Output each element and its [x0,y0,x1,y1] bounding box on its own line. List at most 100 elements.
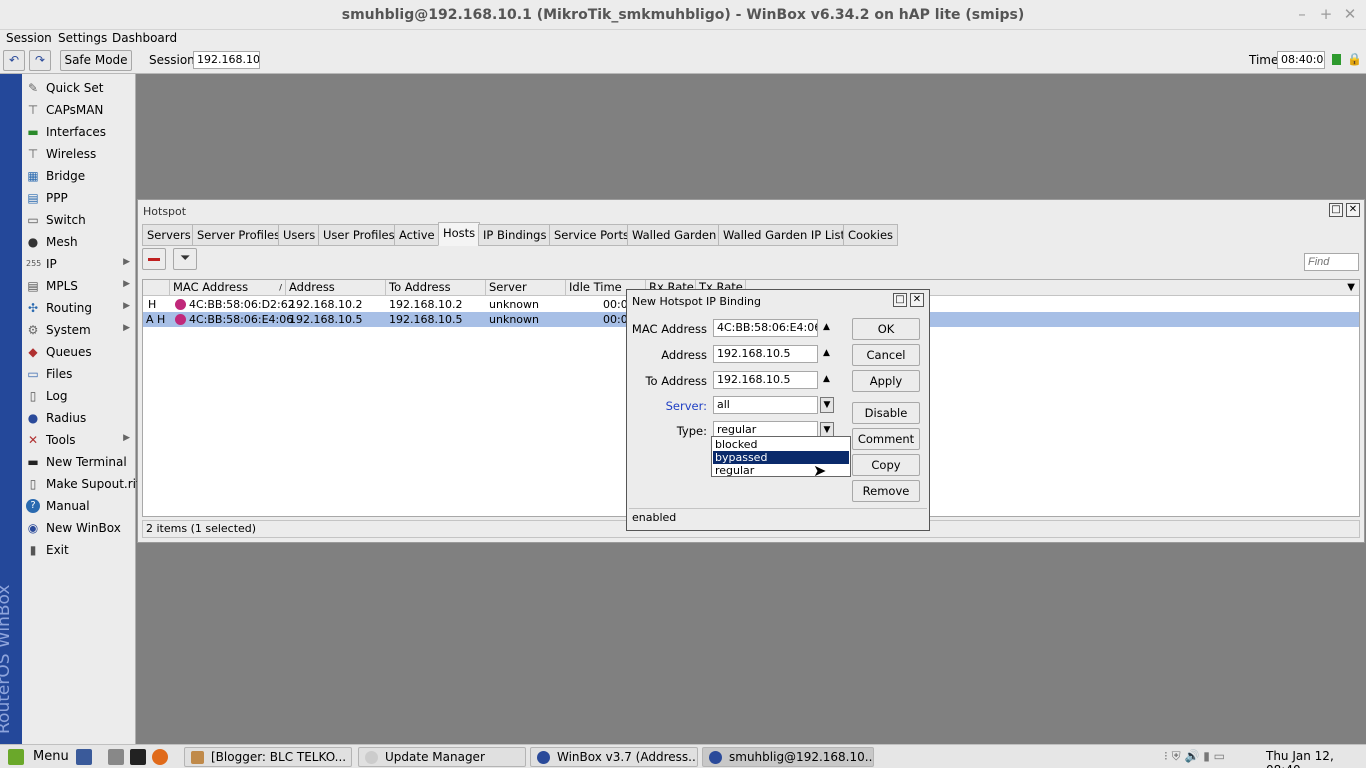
redo-button[interactable]: ↷ [29,50,51,71]
cancel-button[interactable]: Cancel [852,344,920,366]
tab-users[interactable]: Users [278,224,321,246]
sidebar-item-bridge[interactable]: ▦ Bridge [22,165,136,187]
tab-ip-bindings[interactable]: IP Bindings [478,224,552,246]
files-icon[interactable] [108,749,124,765]
window-title: smuhblig@192.168.10.1 (MikroTik_smkmuhbl… [341,7,1025,23]
server-select[interactable]: all [713,396,818,414]
dialog-status-bar: enabled [629,508,927,528]
hotspot-titlebar: Hotspot □ ✕ [138,200,1364,222]
find-input[interactable] [1304,253,1359,271]
maximize-icon[interactable]: + [1316,5,1336,23]
apply-button[interactable]: Apply [852,370,920,392]
winbox-icon [709,751,722,764]
menu-settings[interactable]: Settings [58,31,107,45]
terminal-icon[interactable] [130,749,146,765]
safe-mode-button[interactable]: Safe Mode [60,50,132,71]
collapse-arrow-icon[interactable]: ▲ [823,322,830,332]
interfaces-icon: ▬ [27,125,39,139]
window-icon [191,751,204,764]
queues-icon: ◆ [28,345,38,359]
column-header-server[interactable]: Server [486,280,566,296]
sidebar-item-system[interactable]: ⚙ System ▶ [22,319,136,341]
dropdown-arrow-icon[interactable]: ▼ [820,397,834,413]
sidebar-item-radius[interactable]: ● Radius [22,407,136,429]
sidebar-item-ip[interactable]: 255 IP ▶ [22,253,136,275]
tab-service-ports[interactable]: Service Ports [549,224,634,246]
close-icon[interactable]: ✕ [1340,5,1360,23]
server-label: Server: [665,399,707,413]
menu-session[interactable]: Session [6,31,52,45]
firefox-icon[interactable] [152,749,168,765]
sidebar-item-ppp[interactable]: ▤ PPP [22,187,136,209]
column-header-mac[interactable]: MAC Address / [170,280,286,296]
mac-address-field[interactable]: 4C:BB:58:06:E4:06 [713,319,818,337]
sidebar-item-wireless[interactable]: ⊤ Wireless [22,143,136,165]
minimize-icon[interactable]: – [1292,5,1312,23]
to-address-field[interactable]: 192.168.10.5 [713,371,818,389]
maximize-icon[interactable]: □ [1329,203,1343,217]
menu-dashboard[interactable]: Dashboard [112,31,177,45]
clock[interactable]: Thu Jan 12, 08:40 [1266,749,1366,768]
type-label: Type: [676,424,707,438]
sidebar-item-manual[interactable]: ? Manual [22,495,136,517]
sidebar-item-interfaces[interactable]: ▬ Interfaces [22,121,136,143]
menu-button[interactable]: Menu [33,749,69,764]
gear-icon: ⚙ [27,323,39,337]
winbox-icon [537,751,550,764]
submenu-arrow-icon: ▶ [123,323,130,333]
tab-walled-garden[interactable]: Walled Garden [627,224,722,246]
sidebar-item-mpls[interactable]: ▤ MPLS ▶ [22,275,136,297]
sidebar-item-queues[interactable]: ◆ Queues [22,341,136,363]
sidebar-item-new-terminal[interactable]: ▬ New Terminal [22,451,136,473]
close-icon[interactable]: ✕ [910,293,924,307]
option-bypassed[interactable]: bypassed [713,451,849,464]
remove-button[interactable] [142,248,166,270]
columns-menu-icon[interactable]: ▼ [1347,280,1355,295]
brand-strip: RouterOS WinBox [0,74,22,744]
sidebar-item-log[interactable]: ▯ Log [22,385,136,407]
column-header-flags[interactable] [143,280,170,296]
remove-button[interactable]: Remove [852,480,920,502]
maximize-icon[interactable]: □ [893,293,907,307]
option-regular[interactable]: regular [713,464,849,477]
sidebar-item-capsman[interactable]: ⊤ CAPsMAN [22,99,136,121]
ok-button[interactable]: OK [852,318,920,340]
sidebar-item-switch[interactable]: ▭ Switch [22,209,136,231]
filter-button[interactable]: ⏷ [173,248,197,270]
close-icon[interactable]: ✕ [1346,203,1360,217]
sidebar-item-tools[interactable]: ✕ Tools ▶ [22,429,136,451]
disable-button[interactable]: Disable [852,402,920,424]
menubar: Session Settings Dashboard [0,30,1366,47]
collapse-arrow-icon[interactable]: ▲ [823,374,830,384]
sidebar-item-quick-set[interactable]: ✎ Quick Set [22,77,136,99]
sidebar-item-exit[interactable]: ▮ Exit [22,539,136,561]
sidebar-item-make-supout[interactable]: ▯ Make Supout.rif [22,473,141,495]
undo-button[interactable]: ↶ [3,50,25,71]
column-header-address[interactable]: Address [286,280,386,296]
task-winbox-v37[interactable]: WinBox v3.7 (Address... [530,747,698,767]
copy-button[interactable]: Copy [852,454,920,476]
task-winbox-session[interactable]: smuhblig@192.168.10... [702,747,874,767]
collapse-arrow-icon[interactable]: ▲ [823,348,830,358]
address-field[interactable]: 192.168.10.5 [713,345,818,363]
mint-menu-icon[interactable] [8,749,24,765]
sidebar-item-mesh[interactable]: ● Mesh [22,231,136,253]
option-blocked[interactable]: blocked [713,438,849,451]
column-header-to-address[interactable]: To Address [386,280,486,296]
tab-server-profiles[interactable]: Server Profiles [192,224,286,246]
sidebar-item-new-winbox[interactable]: ◉ New WinBox [22,517,136,539]
document-icon: ▯ [29,477,37,491]
tab-walled-garden-ip-list[interactable]: Walled Garden IP List [718,224,850,246]
show-desktop-icon[interactable] [76,749,92,765]
sidebar-item-routing[interactable]: ✣ Routing ▶ [22,297,136,319]
log-icon: ▯ [29,389,37,403]
task-blogger[interactable]: [Blogger: BLC TELKO... [184,747,352,767]
tab-servers[interactable]: Servers [142,224,196,246]
tab-user-profiles[interactable]: User Profiles [318,224,400,246]
tab-cookies[interactable]: Cookies [843,224,899,246]
comment-button[interactable]: Comment [852,428,920,450]
tab-active[interactable]: Active [394,224,440,246]
task-update-manager[interactable]: Update Manager [358,747,526,767]
tab-hosts[interactable]: Hosts [438,222,481,246]
sidebar-item-files[interactable]: ▭ Files [22,363,136,385]
